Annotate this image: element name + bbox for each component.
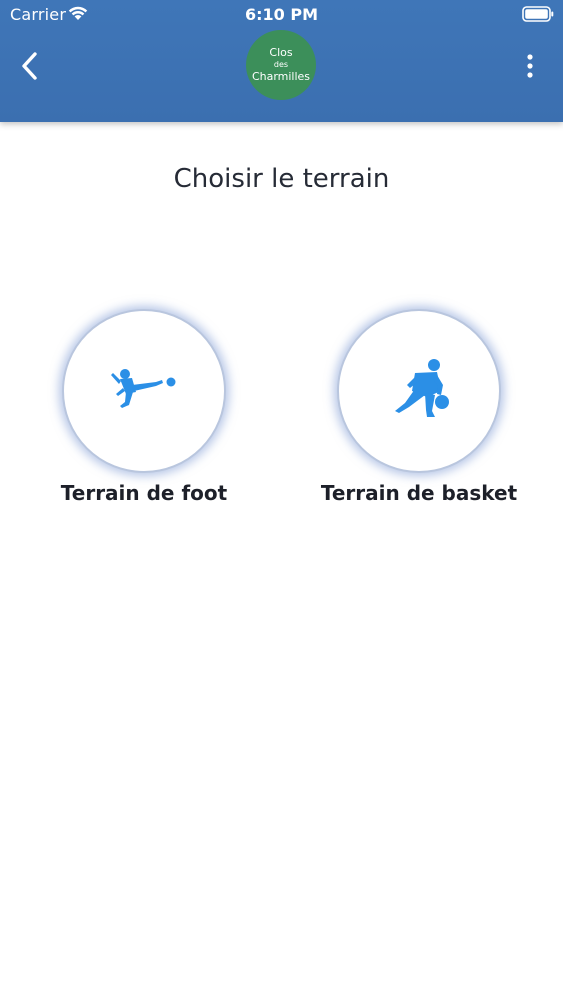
field-label-basket: Terrain de basket [320, 481, 518, 505]
status-bar: Carrier 6:10 PM [0, 0, 563, 30]
field-option-foot[interactable]: Terrain de foot [34, 309, 254, 519]
screen: Carrier 6:10 PM Clos des Charmilles Choi… [0, 0, 563, 1000]
logo-text-line2: des [273, 59, 289, 69]
clock: 6:10 PM [244, 5, 318, 24]
chevron-left-icon[interactable] [18, 50, 42, 82]
field-button-basket[interactable] [337, 309, 501, 473]
field-button-foot[interactable] [62, 309, 226, 473]
page-title: Choisir le terrain [173, 164, 390, 194]
soccer-player-icon [111, 369, 176, 408]
brand-logo[interactable]: Clos des Charmilles [246, 30, 316, 100]
field-label-foot: Terrain de foot [60, 481, 228, 505]
field-option-basket[interactable]: Terrain de basket [309, 309, 529, 519]
logo-text-line3: Charmilles [251, 70, 311, 84]
header: Carrier 6:10 PM Clos des Charmilles [0, 0, 563, 122]
logo-text-line1: Clos [269, 45, 293, 59]
battery-icon [522, 6, 554, 22]
more-vertical-icon[interactable] [522, 53, 538, 79]
basketball-player-icon [395, 359, 449, 417]
